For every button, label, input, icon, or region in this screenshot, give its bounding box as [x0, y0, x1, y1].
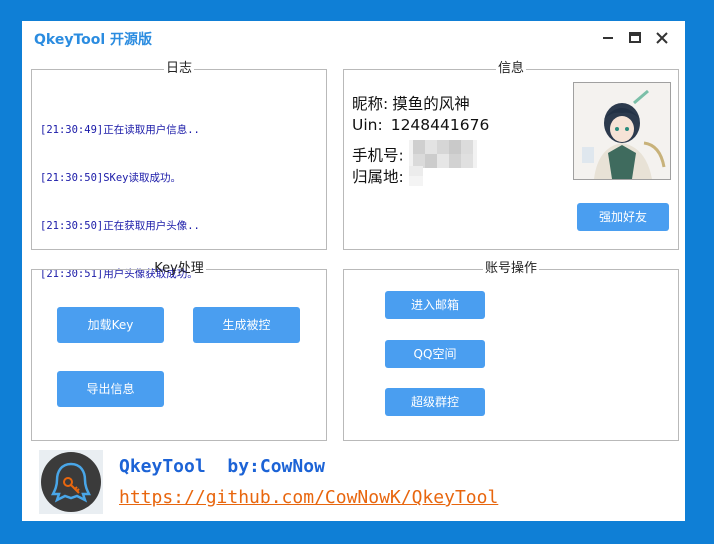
- close-button[interactable]: [652, 28, 672, 48]
- mailbox-button[interactable]: 进入邮箱: [385, 291, 485, 319]
- load-key-button[interactable]: 加载Key: [57, 307, 164, 343]
- account-panel: 账号操作 进入邮箱 QQ空间 超级群控: [343, 262, 679, 441]
- location-row: 归属地:: [352, 165, 423, 190]
- log-line: [21:30:50]正在获取用户头像..: [40, 220, 200, 232]
- log-line: [21:30:49]正在读取用户信息..: [40, 124, 200, 136]
- window-title: QkeyTool 开源版: [34, 32, 153, 48]
- uin-value: 1248441676: [390, 116, 490, 134]
- app-logo: [39, 450, 103, 514]
- nickname-label: 昵称:: [352, 95, 389, 113]
- account-panel-title: 账号操作: [484, 261, 537, 276]
- group-control-button[interactable]: 超级群控: [385, 388, 485, 416]
- close-icon: [656, 32, 668, 44]
- export-info-button[interactable]: 导出信息: [57, 371, 164, 407]
- footer-app-name: QkeyTool by:CowNow: [119, 456, 325, 477]
- minimize-icon: [603, 37, 613, 39]
- minimize-button[interactable]: [598, 28, 618, 48]
- info-panel-title: 信息: [497, 61, 524, 76]
- location-redacted: [408, 165, 423, 190]
- maximize-button[interactable]: [625, 28, 645, 48]
- github-link[interactable]: https://github.com/CowNowK/QkeyTool: [119, 487, 498, 508]
- log-panel: 日志 [21:30:49]正在读取用户信息.. [21:30:50]SKey读取…: [31, 61, 327, 280]
- user-avatar: [573, 82, 671, 180]
- location-label: 归属地:: [352, 168, 404, 186]
- qzone-button[interactable]: QQ空间: [385, 340, 485, 368]
- add-friend-button[interactable]: 强加好友: [577, 203, 669, 231]
- qq-key-icon: [39, 450, 103, 514]
- maximize-icon: [629, 32, 641, 43]
- title-bar[interactable]: QkeyTool 开源版: [22, 21, 685, 55]
- generate-controlled-button[interactable]: 生成被控: [193, 307, 300, 343]
- phone-label: 手机号:: [352, 146, 404, 165]
- key-panel: Key处理 加载Key 生成被控 导出信息: [31, 262, 327, 441]
- uin-label: Uin:: [352, 116, 383, 134]
- log-panel-title: 日志: [165, 61, 192, 76]
- nickname-value: 摸鱼的风神: [392, 95, 470, 113]
- key-panel-title: Key处理: [154, 261, 204, 276]
- main-window: QkeyTool 开源版 日志 [21:30:49]正在读取用户信息.. [21…: [22, 21, 685, 521]
- info-panel: 信息 昵称: 摸鱼的风神 Uin: 1248441676 手机号: 归属地: 强…: [343, 62, 679, 250]
- nickname-row: 昵称: 摸鱼的风神: [352, 92, 470, 114]
- log-line: [21:30:50]SKey读取成功。: [40, 172, 182, 184]
- uin-row: Uin: 1248441676: [352, 116, 489, 134]
